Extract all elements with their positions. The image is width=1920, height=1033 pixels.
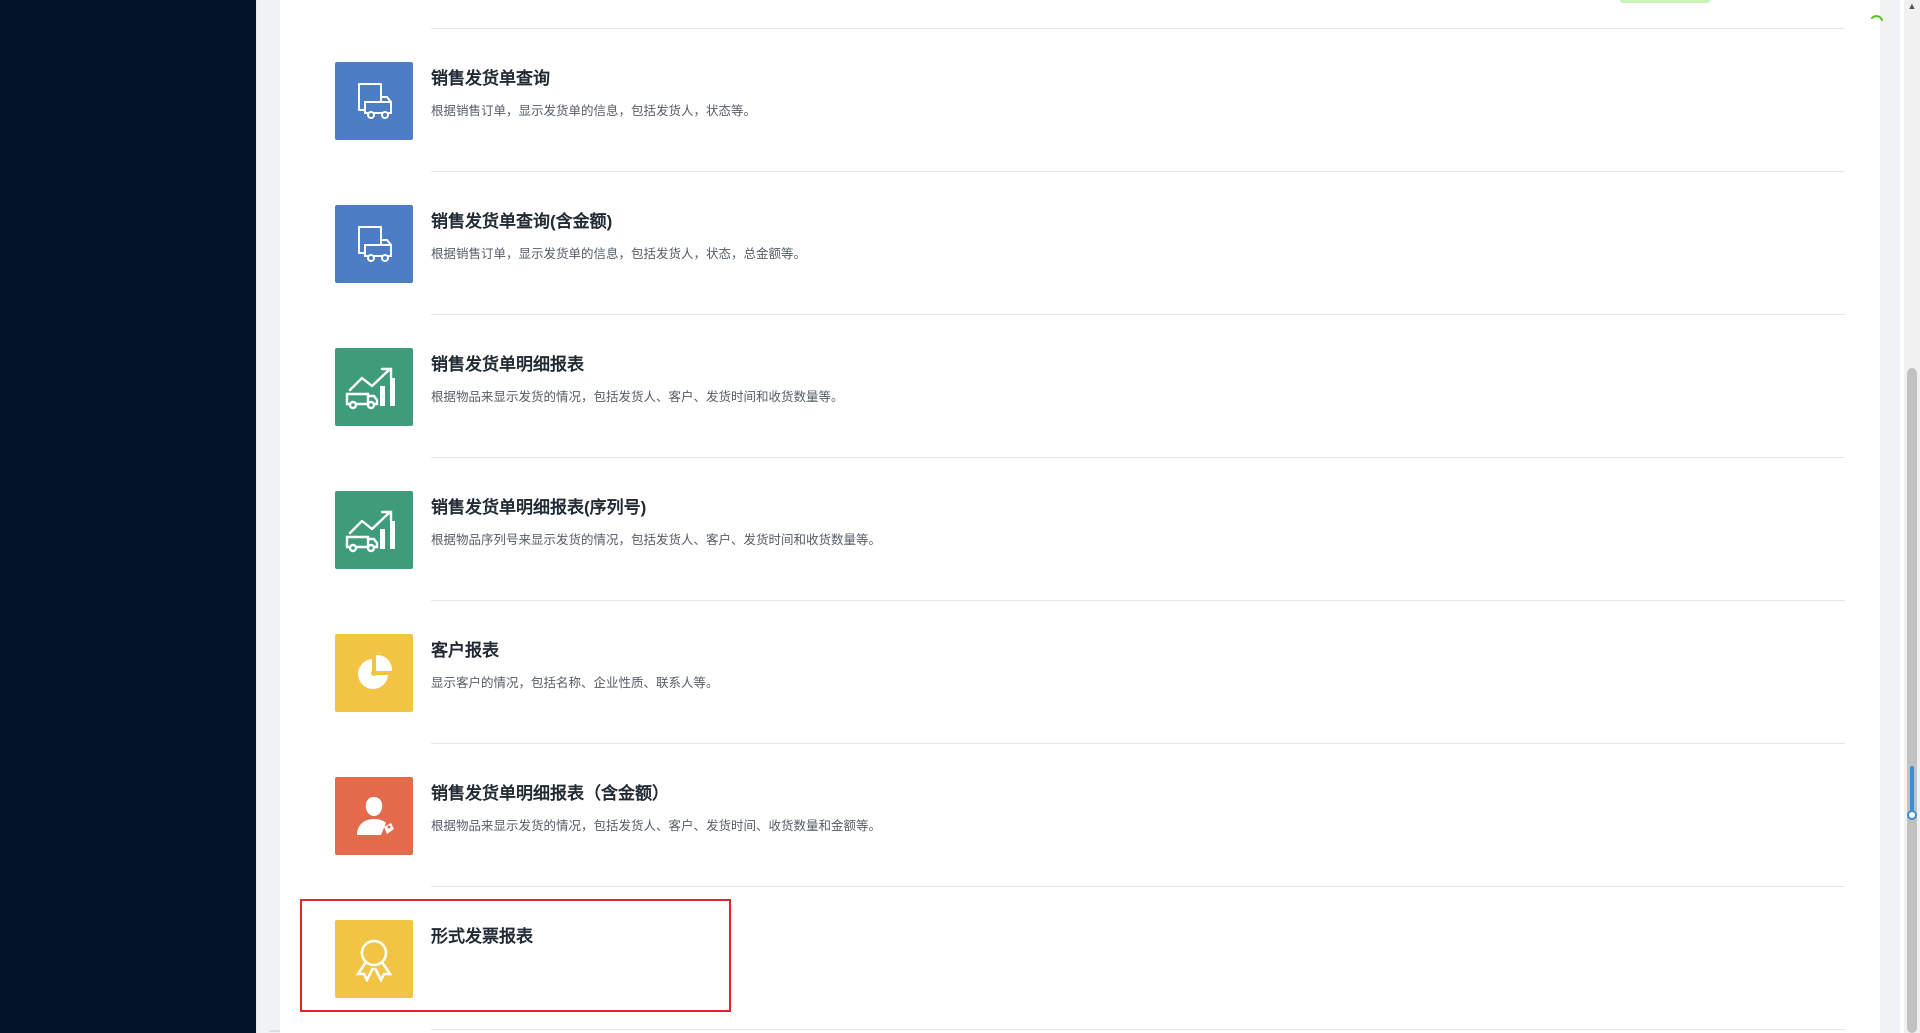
report-list: 销售发货单查询 根据销售订单，显示发货单的信息，包括发货人，状态等。 销售发货单… (335, 29, 1845, 1030)
report-description: 根据物品来显示发货的情况，包括发货人、客户、发货时间、收货数量和金额等。 (431, 819, 882, 833)
report-icon-box (335, 777, 413, 855)
report-item[interactable]: 销售发货单查询 根据销售订单，显示发货单的信息，包括发货人，状态等。 (335, 29, 1845, 172)
top-glow (1620, 0, 1710, 3)
right-gutter (1880, 0, 1900, 1033)
report-title[interactable]: 形式发票报表 (431, 922, 533, 947)
report-icon-box (335, 348, 413, 426)
report-icon-box (335, 634, 413, 712)
truck-growth-chart-icon (345, 367, 395, 410)
award-ribbon-icon (355, 939, 393, 982)
report-title[interactable]: 销售发货单查询(含金额) (431, 207, 612, 232)
scroll-position-dot (1907, 810, 1917, 820)
report-item[interactable]: 客户报表 显示客户的情况，包括名称、企业性质、联系人等。 (335, 601, 1845, 744)
report-title[interactable]: 销售发货单明细报表 (431, 350, 584, 375)
report-description: 根据销售订单，显示发货单的信息，包括发货人，状态等。 (431, 104, 757, 118)
report-title[interactable]: 客户报表 (431, 636, 499, 661)
user-tag-icon (357, 797, 394, 835)
pie-chart-icon (358, 654, 393, 689)
truck-growth-chart-icon (345, 510, 395, 553)
report-icon-box (335, 920, 413, 998)
report-item[interactable]: 销售发货单查询(含金额) 根据销售订单，显示发货单的信息，包括发货人，状态，总金… (335, 172, 1845, 315)
report-item[interactable]: 销售发货单明细报表（含金额） 根据物品来显示发货的情况，包括发货人、客户、发货时… (335, 744, 1845, 887)
left-gutter (256, 0, 281, 1033)
report-icon-box (335, 491, 413, 569)
report-description: 显示客户的情况，包括名称、企业性质、联系人等。 (431, 676, 719, 690)
delivery-truck-icon (358, 83, 392, 119)
report-title[interactable]: 销售发货单明细报表(序列号) (431, 493, 646, 518)
report-icon-box (335, 62, 413, 140)
scroll-up-arrow-icon[interactable]: ▲ (1906, 0, 1918, 12)
report-description: 根据物品序列号来显示发货的情况，包括发货人、客户、发货时间和收货数量等。 (431, 533, 882, 547)
report-description: 根据销售订单，显示发货单的信息，包括发货人，状态，总金额等。 (431, 247, 807, 261)
report-item[interactable]: 销售发货单明细报表(序列号) 根据物品序列号来显示发货的情况，包括发货人、客户、… (335, 458, 1845, 601)
delivery-truck-icon (358, 226, 392, 262)
loading-spinner-icon (1871, 15, 1883, 21)
report-icon-box (335, 205, 413, 283)
report-title[interactable]: 销售发货单查询 (431, 64, 550, 89)
scrollbar-thumb[interactable] (1907, 368, 1917, 1033)
report-title[interactable]: 销售发货单明细报表（含金额） (431, 779, 669, 804)
report-item[interactable]: 形式发票报表 (335, 887, 1845, 1030)
report-item[interactable]: 销售发货单明细报表 根据物品来显示发货的情况，包括发货人、客户、发货时间和收货数… (335, 315, 1845, 458)
sidebar (0, 0, 256, 1033)
report-description: 根据物品来显示发货的情况，包括发货人、客户、发货时间和收货数量等。 (431, 390, 844, 404)
scroll-position-indicator (1910, 766, 1914, 816)
